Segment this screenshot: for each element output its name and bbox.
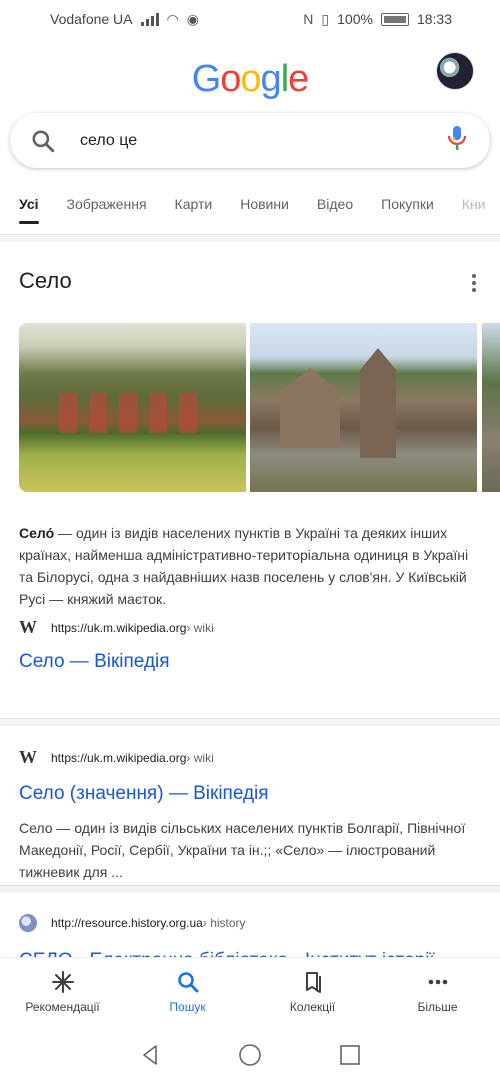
result-snippet: Село — один із видів сільських населених… <box>19 820 466 880</box>
tab-shopping[interactable]: Покупки <box>381 188 434 228</box>
description-text: — один із видів населених пунктів в Укра… <box>19 525 469 607</box>
avatar[interactable] <box>436 52 474 90</box>
recents-icon[interactable] <box>338 1043 362 1067</box>
source-url: https://uk.m.wikipedia.org <box>51 620 187 635</box>
search-icon <box>177 972 198 993</box>
nav-more[interactable]: Більше <box>375 958 500 1027</box>
divider <box>0 234 500 242</box>
system-navigation <box>0 1027 500 1083</box>
village-image[interactable] <box>19 323 246 492</box>
logo-letter: o <box>240 58 261 100</box>
result-crumb: › history <box>202 916 246 930</box>
wifi-icon: ◠ <box>166 10 179 27</box>
nav-label: Колекції <box>289 1000 336 1014</box>
status-bar: Vodafone UA ◠ ◉ N ▯ 100% 18:33 <box>0 0 500 38</box>
nav-collections[interactable]: Колекції <box>250 958 375 1027</box>
logo-letter: G <box>191 58 222 100</box>
nav-label: Рекомендації <box>25 1000 100 1014</box>
microphone-icon[interactable] <box>446 124 468 157</box>
tab-news[interactable]: Новини <box>240 188 289 228</box>
collections-icon <box>305 972 321 993</box>
source-crumb: › wiki <box>186 620 214 635</box>
search-input[interactable]: село це <box>80 132 446 150</box>
nav-label: Пошук <box>169 1000 206 1014</box>
home-icon[interactable] <box>238 1043 262 1067</box>
header: Google <box>0 38 500 108</box>
carrier-name: Vodafone UA <box>50 11 133 27</box>
result-url: https://uk.m.wikipedia.org <box>51 750 187 765</box>
nfc-icon: N <box>303 11 314 27</box>
result-crumb: › wiki <box>186 750 214 765</box>
battery-percent: 100% <box>337 11 373 27</box>
signal-icon <box>140 12 159 26</box>
asterisk-icon <box>51 971 74 993</box>
nav-search[interactable]: Пошук <box>125 958 250 1027</box>
nav-label: Більше <box>417 1000 458 1014</box>
knowledge-panel-description: Село́ — один із видів населених пунктів … <box>19 522 481 610</box>
result-title-link[interactable]: Село (значення) — Вікіпедія <box>19 783 269 805</box>
tab-maps[interactable]: Карти <box>175 188 213 228</box>
nav-recommendations[interactable]: Рекомендації <box>0 958 125 1027</box>
wikipedia-icon: W <box>19 617 37 637</box>
wikipedia-icon: W <box>19 747 37 767</box>
battery-icon <box>380 12 409 26</box>
logo-letter: g <box>260 58 282 100</box>
more-options-icon[interactable] <box>472 274 476 292</box>
result-url: http://resource.history.org.ua <box>51 916 203 930</box>
tab-all[interactable]: Усі <box>19 188 39 228</box>
search-tabs: Усі Зображення Карти Новини Відео Покупк… <box>0 188 500 232</box>
description-term: Село́ <box>19 525 55 541</box>
more-icon <box>428 979 447 985</box>
image-carousel[interactable] <box>19 323 500 492</box>
search-bar[interactable]: село це <box>10 113 490 168</box>
source-line: W https://uk.m.wikipedia.org › wiki <box>19 617 214 638</box>
result-title-link[interactable]: Село — Вікіпедія <box>19 651 170 673</box>
tab-images[interactable]: Зображення <box>67 188 147 228</box>
tab-video[interactable]: Відео <box>317 188 353 228</box>
result-source: W https://uk.m.wikipedia.org › wiki <box>19 747 214 768</box>
vibrate-icon: ▯ <box>321 10 330 27</box>
knowledge-panel-title: Село <box>19 268 72 293</box>
result-source: http://resource.history.org.ua › history <box>19 914 246 932</box>
back-icon[interactable] <box>138 1043 162 1067</box>
partial-image[interactable] <box>482 323 500 492</box>
tab-books[interactable]: Кни <box>462 188 486 228</box>
divider <box>0 885 500 893</box>
search-icon[interactable] <box>30 128 56 154</box>
logo-letter: e <box>288 58 309 100</box>
castle-village-image[interactable] <box>250 323 477 492</box>
google-logo[interactable]: Google <box>0 58 500 101</box>
logo-letter: o <box>220 58 241 100</box>
clock: 18:33 <box>416 11 452 27</box>
divider <box>0 718 500 726</box>
bottom-navigation: Рекомендації Пошук Колекції Більше <box>0 957 500 1027</box>
globe-icon <box>19 914 37 932</box>
eye-icon: ◉ <box>186 10 199 27</box>
